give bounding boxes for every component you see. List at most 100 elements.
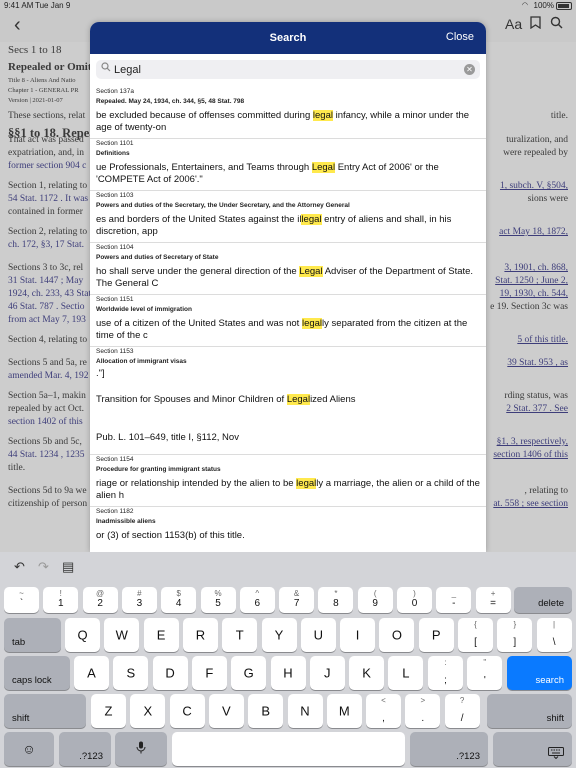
doc-line-right[interactable]: 3, 1901, ch. 868, xyxy=(486,262,568,275)
search-result-item[interactable]: Section 1153 Allocation of immigrant visa… xyxy=(90,346,486,455)
key-7[interactable]: & 7 xyxy=(279,587,315,613)
key-t[interactable]: T xyxy=(222,618,258,652)
key-x[interactable]: X xyxy=(130,694,166,728)
key-letter: A xyxy=(87,665,96,681)
key-5[interactable]: % 5 xyxy=(200,587,236,613)
key-punct[interactable]: ? / xyxy=(444,694,480,728)
key-z[interactable]: Z xyxy=(91,694,126,728)
key-bracket[interactable]: {[ xyxy=(458,618,493,652)
key-i[interactable]: I xyxy=(340,618,376,652)
dictation-key[interactable] xyxy=(115,732,167,766)
redo-icon[interactable]: ↷ xyxy=(38,559,49,575)
key-1[interactable]: ! 1 xyxy=(43,587,79,613)
key-0[interactable]: ) 0 xyxy=(397,587,432,613)
key-w[interactable]: W xyxy=(104,618,140,652)
result-section-number: Section 1104 xyxy=(96,244,134,251)
snippet-text: riage or relationship intended by the al… xyxy=(96,478,297,489)
key-s[interactable]: S xyxy=(113,656,149,690)
key-m[interactable]: M xyxy=(326,694,362,728)
numbers-key-right[interactable]: .?123 xyxy=(410,732,488,766)
key-punct[interactable]: " ' xyxy=(467,656,503,690)
text-size-button[interactable]: Aa xyxy=(505,16,522,32)
key-c[interactable]: C xyxy=(169,694,205,728)
search-input[interactable] xyxy=(114,61,454,78)
hide-keyboard-key[interactable] xyxy=(493,732,572,766)
key-a[interactable]: A xyxy=(74,656,109,690)
paste-icon[interactable]: ▤ xyxy=(62,559,74,575)
search-result-item[interactable]: Section 1154 Procedure for granting immig… xyxy=(90,454,486,507)
key-9[interactable]: (9 xyxy=(357,587,393,613)
key-punct[interactable]: <, xyxy=(366,694,401,728)
emoji-key[interactable]: ☺ xyxy=(4,732,54,766)
key-e[interactable]: E xyxy=(143,618,179,652)
search-key[interactable]: search xyxy=(507,656,572,690)
key-punct[interactable]: >. xyxy=(405,694,441,728)
key-letter: U xyxy=(313,627,323,643)
key-p[interactable]: P xyxy=(418,618,454,652)
shift-key-left[interactable]: shift xyxy=(4,694,86,728)
key-o[interactable]: O xyxy=(379,618,415,652)
space-key[interactable] xyxy=(172,732,405,766)
doc-line-right[interactable]: 1, subch. V, §504, xyxy=(486,180,568,193)
key-q[interactable]: Q xyxy=(65,618,100,652)
close-button[interactable]: Close xyxy=(446,31,474,43)
key-shift-symbol: # xyxy=(137,589,142,598)
search-result-item[interactable]: Section 137a Repealed. May 24, 1934, ch. … xyxy=(90,86,486,139)
key-k[interactable]: K xyxy=(349,656,385,690)
search-result-item[interactable]: Section 1101 Definitions ue Professionals,… xyxy=(90,138,486,191)
key-d[interactable]: D xyxy=(152,656,188,690)
key-v[interactable]: V xyxy=(208,694,244,728)
key-symbol: 3 xyxy=(136,598,143,609)
doc-line-right[interactable]: Stat. 1250 ; June 2, xyxy=(486,275,568,288)
key-symbol: . xyxy=(421,713,425,724)
key--[interactable]: _ - xyxy=(436,587,472,613)
search-result-item[interactable]: Section 1182 Inadmissible aliens or (3) of… xyxy=(90,506,486,552)
caps-lock-key[interactable]: caps lock xyxy=(4,656,70,690)
search-result-item[interactable]: Section 1151 Worldwide level of immigrati… xyxy=(90,294,486,347)
shift-key-right[interactable]: shift xyxy=(487,694,572,728)
result-section-number: Section 1151 xyxy=(96,296,134,303)
key-h[interactable]: H xyxy=(270,656,306,690)
key-r[interactable]: R xyxy=(182,618,218,652)
undo-icon[interactable]: ↶ xyxy=(14,559,25,575)
tab-key[interactable]: tab xyxy=(4,618,61,652)
clear-search-icon[interactable]: ✕ xyxy=(464,64,475,75)
key-2[interactable]: @2 xyxy=(82,587,118,613)
key-`[interactable]: ~ ` xyxy=(4,587,39,613)
snippet-text: Transition for Spouses and Minor Childre… xyxy=(96,394,287,405)
doc-line-right[interactable]: 19, 1930, ch. 544, xyxy=(486,288,568,301)
key-g[interactable]: G xyxy=(231,656,267,690)
key-6[interactable]: ^ 6 xyxy=(239,587,275,613)
doc-line-right[interactable]: 5 of this title. xyxy=(486,334,568,347)
numbers-key-left[interactable]: .?123 xyxy=(59,732,111,766)
key-f[interactable]: F xyxy=(191,656,227,690)
key-bracket[interactable]: }] xyxy=(497,618,533,652)
key-n[interactable]: N xyxy=(287,694,323,728)
doc-line-right[interactable]: 2 Stat. 377 . See xyxy=(486,403,568,416)
back-chevron-icon[interactable]: ‹ xyxy=(14,14,21,37)
key-l[interactable]: L xyxy=(388,656,424,690)
key-b[interactable]: B xyxy=(248,694,284,728)
key-3[interactable]: #3 xyxy=(121,587,157,613)
key-y[interactable]: Y xyxy=(261,618,297,652)
doc-line-right[interactable]: at. 558 ; see section xyxy=(486,498,568,511)
search-icon[interactable] xyxy=(550,16,563,32)
key-4[interactable]: $4 xyxy=(161,587,197,613)
key-punct[interactable]: :; xyxy=(428,656,463,690)
key-bracket[interactable]: | \ xyxy=(536,618,572,652)
key-8[interactable]: * 8 xyxy=(318,587,354,613)
search-result-item[interactable]: Section 1104 Powers and duties of Secreta… xyxy=(90,242,486,295)
key-j[interactable]: J xyxy=(309,656,345,690)
delete-key[interactable]: delete xyxy=(514,587,572,613)
doc-line-right[interactable]: §1, 3, respectively, xyxy=(486,436,568,449)
bookmark-icon[interactable] xyxy=(530,16,541,32)
doc-line-left: expatriation, and, in xyxy=(8,148,84,158)
key-u[interactable]: U xyxy=(300,618,336,652)
doc-line-right[interactable]: act May 18, 1872, xyxy=(486,226,568,239)
key-letter: S xyxy=(126,665,136,681)
search-result-item[interactable]: Section 1103 Powers and duties of the Sec… xyxy=(90,190,486,243)
key-=[interactable]: + = xyxy=(475,587,511,613)
doc-line-right: title. xyxy=(550,111,568,121)
doc-line-right[interactable]: 39 Stat. 953 , as xyxy=(486,357,568,370)
doc-line-right[interactable]: section 1406 of this xyxy=(486,449,568,462)
